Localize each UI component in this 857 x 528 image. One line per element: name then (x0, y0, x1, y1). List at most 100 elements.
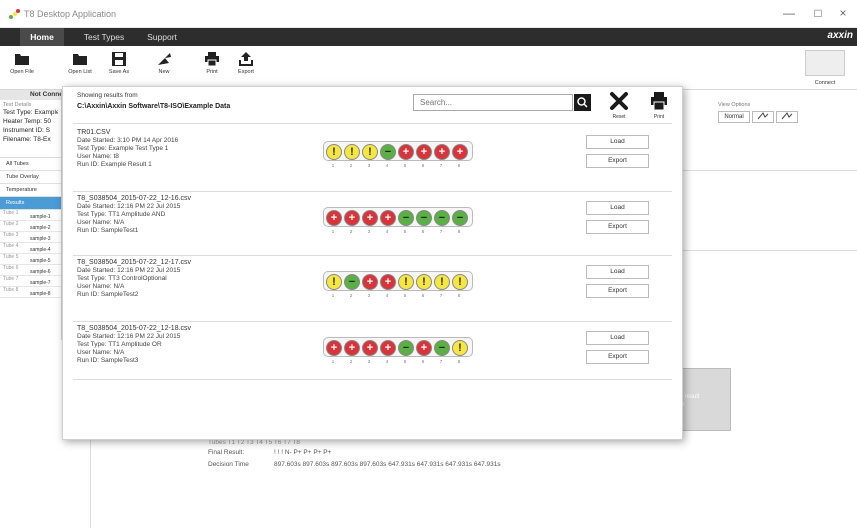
tube-list-item[interactable]: Tube 5 sample-5 (0, 254, 61, 265)
nav-results[interactable]: Results (0, 197, 61, 210)
filename-text: Filename: T8-Ex (3, 136, 51, 143)
tube-number: 4 (385, 163, 389, 168)
tube-result-dot: ! (452, 274, 468, 290)
brand-logo: axxin (827, 30, 853, 41)
sample-label: sample-2 (30, 225, 51, 231)
export-button[interactable]: Export (228, 50, 264, 88)
tube-number: 8 (457, 359, 461, 364)
maximize-button[interactable]: □ (810, 6, 826, 20)
tube-list-item[interactable]: Tube 7 sample-7 (0, 276, 61, 287)
open-list-button[interactable]: Open List (62, 50, 98, 88)
tube-number: 4 (385, 293, 389, 298)
tube-number: 7 (439, 293, 443, 298)
divider (73, 321, 672, 322)
nav-temperature[interactable]: Temperature (0, 184, 61, 197)
connection-status: Not Connected (0, 90, 61, 100)
tube-result-dot: + (434, 144, 450, 160)
tube-result-dot: + (362, 274, 378, 290)
tube-number: 3 (367, 163, 371, 168)
heater-temp-text: Heater Temp: 50 (3, 118, 51, 125)
connect-button[interactable]: Connect (803, 50, 847, 90)
search-box (413, 94, 573, 111)
results-browser-dialog: Showing results from C:\Axxin\Axxin Soft… (62, 86, 683, 440)
export-icon (239, 52, 253, 66)
new-test-icon (158, 53, 171, 65)
tube-number: 6 (421, 163, 425, 168)
save-as-button[interactable]: Save As (101, 50, 137, 88)
divider (683, 250, 857, 251)
decision-time-values: 897.603s 897.603s 897.603s 897.603s 647.… (274, 461, 501, 468)
sample-label: sample-1 (30, 214, 51, 220)
sample-label: sample-7 (30, 280, 51, 286)
load-button[interactable]: Load (586, 135, 649, 149)
new-label: New (158, 69, 170, 75)
tube-result-dot: + (380, 274, 396, 290)
tube-result-dot: ! (362, 144, 378, 160)
load-button[interactable]: Load (586, 265, 649, 279)
left-panel: Not Connected Test Details Test Type: Ex… (0, 90, 62, 340)
minimize-button[interactable]: — (781, 6, 797, 20)
divider (73, 191, 672, 192)
print-button[interactable]: Print (194, 50, 230, 88)
tube-result-dot: + (326, 340, 342, 356)
open-file-label: Open File (10, 69, 34, 75)
tab-test-types[interactable]: Test Types (78, 28, 130, 46)
dialog-print-button[interactable]: Print (646, 91, 672, 121)
tube-list-item[interactable]: Tube 8 sample-8 (0, 287, 61, 298)
tube-result-dot: + (380, 210, 396, 226)
tube-result-dot: − (398, 210, 414, 226)
final-result-values: ! ! ! N- P+ P+ P+ P+ (274, 449, 332, 456)
divider (683, 170, 857, 171)
divider (73, 123, 672, 124)
nav-all-tubes[interactable]: All Tubes (0, 158, 61, 171)
open-file-button[interactable]: Open File (4, 50, 40, 88)
tube-label: Tube 1 (3, 210, 19, 216)
tab-home[interactable]: Home (20, 28, 64, 46)
nav-tube-overlay[interactable]: Tube Overlay (0, 171, 61, 184)
export-result-button[interactable]: Export (586, 220, 649, 234)
new-button[interactable]: New (146, 50, 182, 88)
export-result-button[interactable]: Export (586, 154, 649, 168)
tube-number: 6 (421, 229, 425, 234)
sample-label: sample-6 (30, 269, 51, 275)
view-option-2-button[interactable] (752, 111, 774, 123)
tube-list-item[interactable]: Tube 1 sample-1 (0, 210, 61, 221)
tube-number: 1 (331, 229, 335, 234)
tube-result-dot: ! (344, 144, 360, 160)
tube-result-dot: + (398, 144, 414, 160)
load-button[interactable]: Load (586, 331, 649, 345)
result-entry: T8_S038504_2015-07-22_12-17.csv Date Star… (77, 259, 667, 319)
result-entry: TR01.CSV Date Started: 3:10 PM 14 Apr 201… (77, 129, 667, 189)
normal-view-button[interactable]: Normal (718, 111, 750, 123)
tube-result-strip: + + + + − + −! (323, 337, 473, 357)
reset-button[interactable]: Reset (606, 91, 632, 121)
tube-list-item[interactable]: Tube 6 sample-6 (0, 265, 61, 276)
folder-icon (73, 54, 87, 65)
tube-result-dot: + (380, 340, 396, 356)
tube-list-item[interactable]: Tube 4 sample-4 (0, 243, 61, 254)
sample-label: sample-8 (30, 291, 51, 297)
tube-list-item[interactable]: Tube 2 sample-2 (0, 221, 61, 232)
load-button[interactable]: Load (586, 201, 649, 215)
tube-result-dot: − (344, 274, 360, 290)
tube-list-item[interactable]: Tube 3 sample-3 (0, 232, 61, 243)
close-button[interactable]: × (835, 6, 851, 20)
tube-number: 7 (439, 163, 443, 168)
search-button[interactable] (574, 94, 591, 111)
export-result-button[interactable]: Export (586, 350, 649, 364)
instrument-icon (805, 50, 845, 76)
tubes-header-row: Tubes T1 T2 T3 T4 T5 T6 T7 T8 (208, 439, 301, 446)
export-result-button[interactable]: Export (586, 284, 649, 298)
view-options-label: View Options (718, 102, 751, 108)
tube-result-dot: − (452, 210, 468, 226)
tube-number: 8 (457, 163, 461, 168)
tube-result-dot: − (416, 210, 432, 226)
test-details: Test Details Test Type: Example Test Typ… (0, 100, 61, 158)
export-label: Export (238, 69, 254, 75)
search-input[interactable] (414, 95, 554, 110)
tube-result-dot: ! (326, 144, 342, 160)
tube-result-dot: + (344, 340, 360, 356)
tab-support[interactable]: Support (142, 28, 182, 46)
view-option-3-button[interactable] (776, 111, 798, 123)
sample-label: sample-5 (30, 258, 51, 264)
